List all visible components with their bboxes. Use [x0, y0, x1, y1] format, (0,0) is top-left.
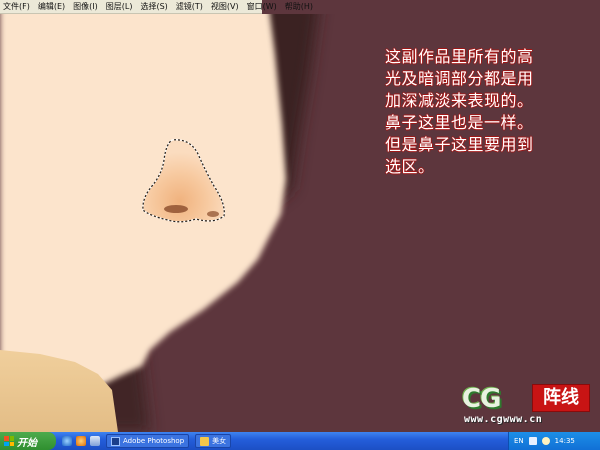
watermark-logo: CG: [462, 384, 501, 414]
menu-help[interactable]: 帮助(H): [285, 0, 313, 14]
language-indicator[interactable]: EN: [514, 437, 524, 445]
menu-file[interactable]: 文件(F): [3, 0, 30, 14]
menu-select[interactable]: 选择(S): [140, 0, 167, 14]
media-player-icon[interactable]: [76, 436, 86, 446]
annotation-line: 鼻子这里也是一样。: [385, 113, 534, 132]
system-tray: EN 14:35: [508, 432, 600, 450]
menu-edit[interactable]: 编辑(E): [38, 0, 65, 14]
annotation-line: 光及暗调部分都是用: [385, 69, 534, 88]
menu-filter[interactable]: 滤镜(T): [176, 0, 203, 14]
task-label: Adobe Photoshop: [123, 437, 185, 445]
quick-launch: [62, 436, 100, 446]
folder-icon: [200, 436, 210, 446]
task-label: 美女: [212, 437, 227, 445]
start-label: 开始: [17, 437, 37, 449]
task-photoshop[interactable]: Adobe Photoshop: [106, 434, 190, 448]
network-icon[interactable]: [528, 437, 537, 445]
face-silhouette: [0, 14, 286, 386]
annotation-line: 但是鼻子这里要用到: [385, 135, 534, 154]
windows-flag-icon: [4, 436, 14, 446]
site-watermark: CG 阵线 www.cgwww.cn: [462, 384, 594, 432]
annotation-line: 这副作品里所有的高: [385, 47, 534, 66]
show-desktop-icon[interactable]: [90, 436, 100, 446]
document-canvas[interactable]: 这副作品里所有的高 光及暗调部分都是用 加深减淡来表现的。 鼻子这里也是一样。 …: [0, 14, 600, 432]
start-button[interactable]: 开始: [0, 432, 56, 450]
photoshop-icon: [111, 436, 120, 446]
tutorial-annotation: 这副作品里所有的高 光及暗调部分都是用 加深减淡来表现的。 鼻子这里也是一样。 …: [385, 46, 585, 177]
annotation-line: 选区。: [385, 157, 435, 176]
watermark-url: www.cgwww.cn: [464, 414, 543, 425]
menu-layer[interactable]: 图层(L): [106, 0, 133, 14]
internet-explorer-icon[interactable]: [62, 436, 72, 446]
volume-icon[interactable]: [541, 437, 550, 445]
menu-image[interactable]: 图像(I): [73, 0, 98, 14]
watermark-cn: 阵线: [532, 384, 590, 412]
annotation-line: 加深减淡来表现的。: [385, 91, 534, 110]
taskbar: 开始 Adobe Photoshop 美女 EN 14:35: [0, 432, 600, 450]
menu-bar: 文件(F) 编辑(E) 图像(I) 图层(L) 选择(S) 滤镜(T) 视图(V…: [0, 0, 313, 14]
menu-window[interactable]: 窗口(W): [247, 0, 277, 14]
task-folder[interactable]: 美女: [195, 434, 232, 448]
clock[interactable]: 14:35: [555, 437, 575, 445]
menu-view[interactable]: 视图(V): [211, 0, 239, 14]
